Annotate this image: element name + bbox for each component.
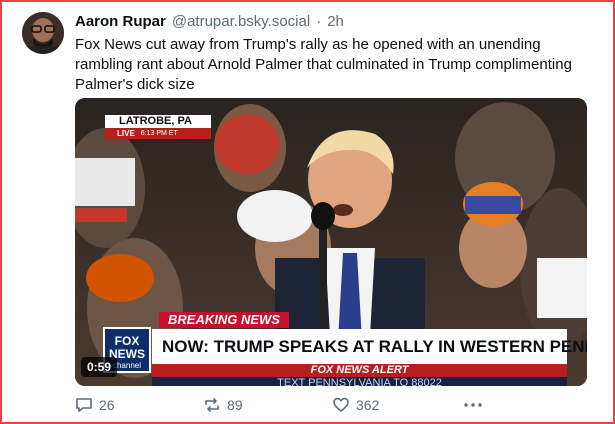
post-age[interactable]: 2h: [327, 13, 344, 30]
post-actions: 26 89 362: [75, 394, 495, 416]
location-label: LATROBE, PA: [105, 115, 211, 128]
live-label: LIVE: [117, 129, 135, 138]
display-name[interactable]: Aaron Rupar: [75, 13, 166, 30]
reply-button[interactable]: 26: [75, 396, 115, 414]
reply-count: 26: [99, 397, 115, 413]
live-time: 6:13 PM ET: [140, 130, 178, 137]
handle[interactable]: @atrupar.bsky.social: [172, 13, 310, 30]
avatar-photo: [22, 12, 64, 54]
video-player[interactable]: LATROBE, PA LIVE 6:13 PM ET FOX NEWS cha…: [75, 98, 587, 386]
repost-count: 89: [227, 397, 243, 413]
reply-icon: [76, 398, 92, 412]
avatar[interactable]: [22, 12, 64, 54]
repost-button[interactable]: 89: [203, 396, 243, 414]
video-timecode: 0:59: [81, 357, 118, 377]
headline-chyron: NOW: TRUMP SPEAKS AT RALLY IN WESTERN PE…: [152, 329, 587, 364]
alert-bar: FOX NEWS ALERT: [152, 364, 567, 377]
repost-icon: [205, 398, 219, 412]
post-header: Aaron Rupar @atrupar.bsky.social · 2h: [75, 13, 344, 33]
like-count: 362: [356, 397, 380, 413]
like-button[interactable]: 362: [332, 396, 379, 414]
post-text: Fox News cut away from Trump's rally as …: [75, 36, 572, 93]
more-options-button[interactable]: [462, 396, 484, 414]
separator: ·: [316, 13, 322, 30]
post-card[interactable]: Aaron Rupar @atrupar.bsky.social · 2h Fo…: [0, 0, 615, 424]
more-icon: [464, 403, 482, 407]
breaking-news-label: BREAKING NEWS: [159, 312, 289, 328]
location-chyron: LATROBE, PA LIVE 6:13 PM ET: [105, 115, 211, 139]
ticker: TEXT PENNSYLVANIA TO 88022: [152, 377, 567, 386]
live-bar: LIVE 6:13 PM ET: [105, 128, 211, 139]
heart-icon: [333, 397, 349, 412]
